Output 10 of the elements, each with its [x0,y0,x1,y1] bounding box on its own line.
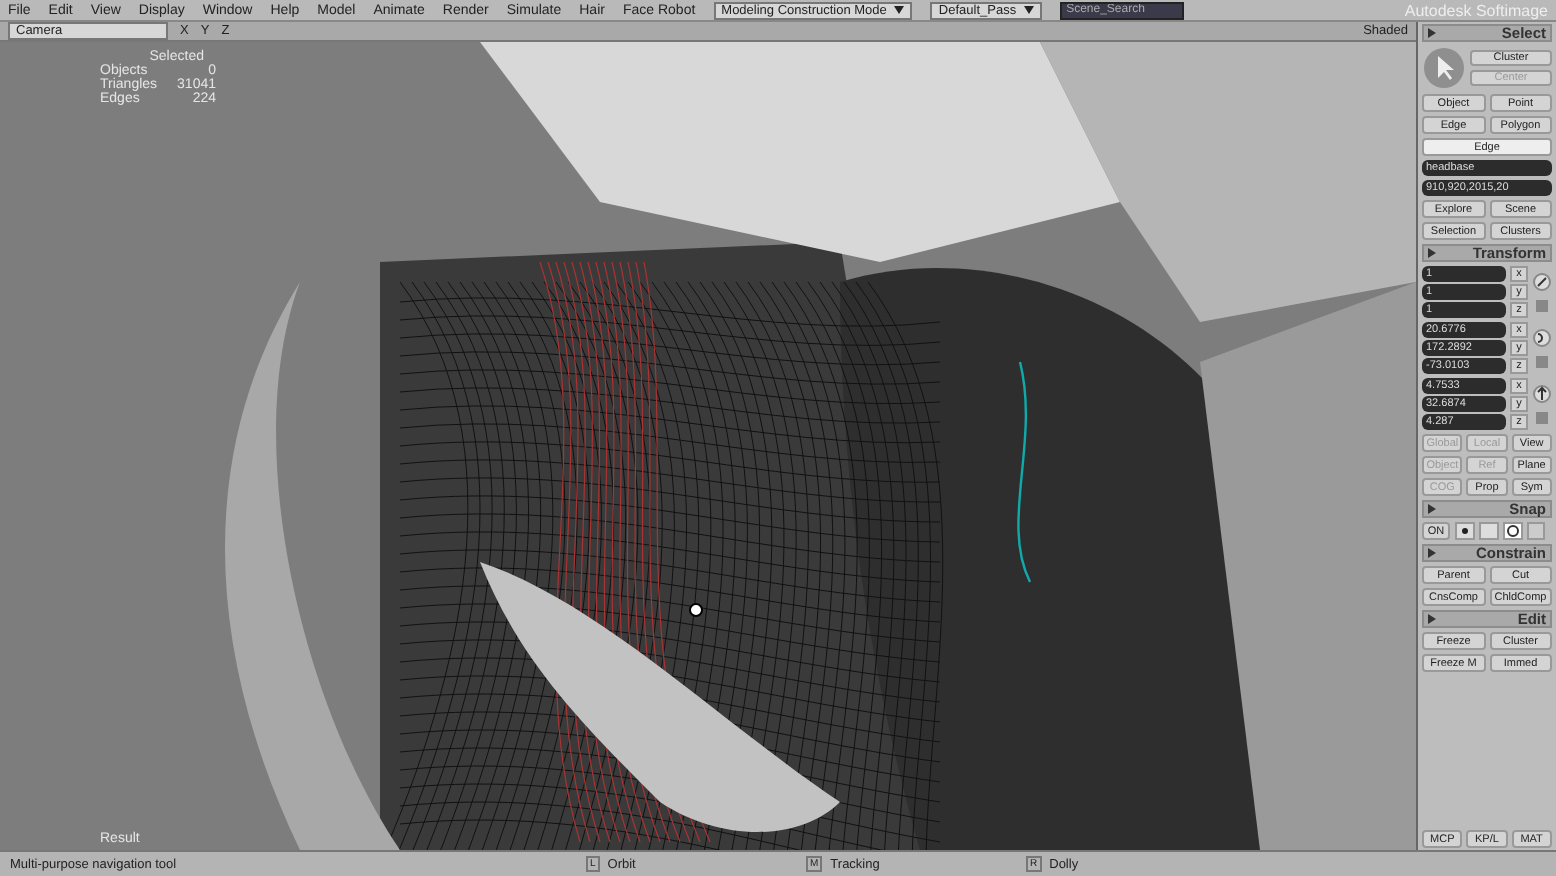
snap-options-icon[interactable] [1454,522,1546,540]
caret-icon [894,6,905,14]
collapse-arrow-icon[interactable] [1428,248,1436,258]
collapse-arrow-icon[interactable] [1428,614,1436,624]
caret-icon [1024,6,1035,14]
cursor-icon [688,602,704,618]
collapse-arrow-icon[interactable] [1428,28,1436,38]
pointer-icon[interactable] [1422,46,1466,90]
collapse-arrow-icon[interactable] [1428,548,1436,558]
collapse-arrow-icon[interactable] [1428,504,1436,514]
